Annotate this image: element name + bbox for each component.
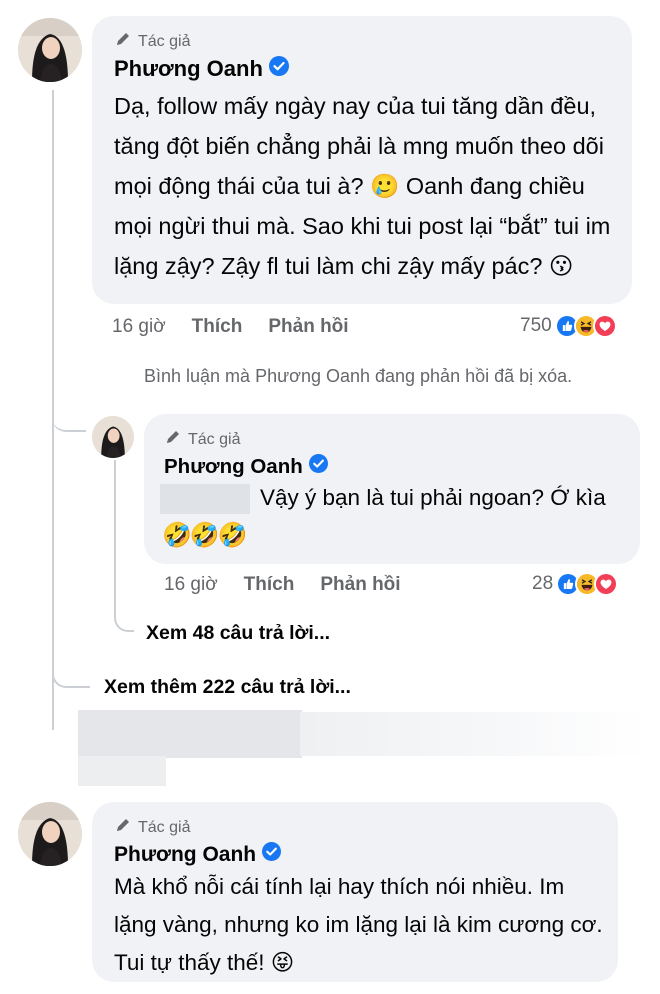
author-tag: Tác giả — [188, 430, 241, 448]
verified-badge-icon — [268, 56, 289, 82]
reaction-count: 28 — [532, 573, 554, 594]
author-name-row: Phương Oanh — [114, 56, 289, 82]
thread-line-main — [52, 90, 54, 730]
reply-time[interactable]: 16 giờ — [164, 574, 218, 596]
thread-line-reply — [114, 460, 116, 612]
author-tag-row: Tác giả — [114, 816, 190, 839]
blurred-comment — [78, 756, 166, 786]
reply-emojis: 🤣🤣🤣 — [162, 522, 248, 549]
comment-text: Dạ, follow mấy ngày nay của tui tăng dần… — [114, 93, 611, 279]
reply-button[interactable]: Phản hồi — [320, 574, 400, 596]
verified-badge-icon — [262, 842, 282, 867]
author-tag: Tác giả — [138, 818, 191, 836]
thread-curve-view-replies — [114, 612, 134, 632]
avatar[interactable] — [18, 18, 82, 82]
comment-time[interactable]: 16 giờ — [112, 316, 166, 338]
blurred-comment — [78, 710, 302, 758]
reaction-count: 750 — [520, 315, 552, 336]
comment-bubble: Tác giả Phương Oanh Mà khổ nỗi cái tính … — [92, 802, 618, 982]
thread-curve-more — [52, 664, 90, 688]
reply-button[interactable]: Phản hồi — [268, 316, 348, 338]
reply-bubble: Tác giả Phương Oanh Vậy ý bạn là tui phả… — [144, 414, 640, 564]
comment-text: Mà khổ nỗi cái tính lại hay thích nói nh… — [114, 874, 603, 975]
pen-icon — [114, 816, 132, 839]
reply-text: Vậy ý bạn là tui phải ngoan? Ớ kìa — [260, 485, 606, 510]
view-more-replies-link[interactable]: Xem thêm 222 câu trả lời... — [104, 676, 351, 699]
author-name-row: Phương Oanh — [114, 842, 282, 867]
author-tag-row: Tác giả — [114, 30, 190, 53]
blurred-comment — [300, 712, 646, 756]
mention-tag-blurred[interactable] — [160, 484, 250, 514]
pen-icon — [164, 428, 182, 451]
like-button[interactable]: Thích — [244, 574, 295, 596]
author-tag-row: Tác giả — [164, 428, 240, 451]
deleted-comment-note: Bình luận mà Phương Oanh đang phản hồi đ… — [144, 366, 573, 386]
author-name[interactable]: Phương Oanh — [164, 455, 303, 479]
like-button[interactable]: Thích — [192, 316, 243, 338]
pen-icon — [114, 30, 132, 53]
reply-avatar[interactable] — [92, 416, 134, 458]
author-name[interactable]: Phương Oanh — [114, 843, 256, 867]
author-name[interactable]: Phương Oanh — [114, 56, 263, 82]
author-name-row: Phương Oanh — [164, 454, 328, 479]
love-icon — [592, 314, 617, 338]
reply-reaction-summary[interactable]: 28 — [532, 572, 619, 596]
view-replies-link[interactable]: Xem 48 câu trả lời... — [146, 622, 330, 645]
comment-actions: 16 giờ Thích Phản hồi — [112, 316, 349, 338]
verified-badge-icon — [308, 454, 328, 479]
thread-curve-reply — [52, 412, 86, 432]
comment-bubble: Tác giả Phương Oanh Dạ, follow mấy ngày … — [92, 16, 632, 304]
author-tag: Tác giả — [138, 32, 191, 50]
reaction-summary[interactable]: 750 — [520, 314, 617, 338]
love-icon — [594, 572, 619, 596]
reply-actions: 16 giờ Thích Phản hồi — [164, 574, 401, 596]
avatar[interactable] — [18, 802, 82, 866]
